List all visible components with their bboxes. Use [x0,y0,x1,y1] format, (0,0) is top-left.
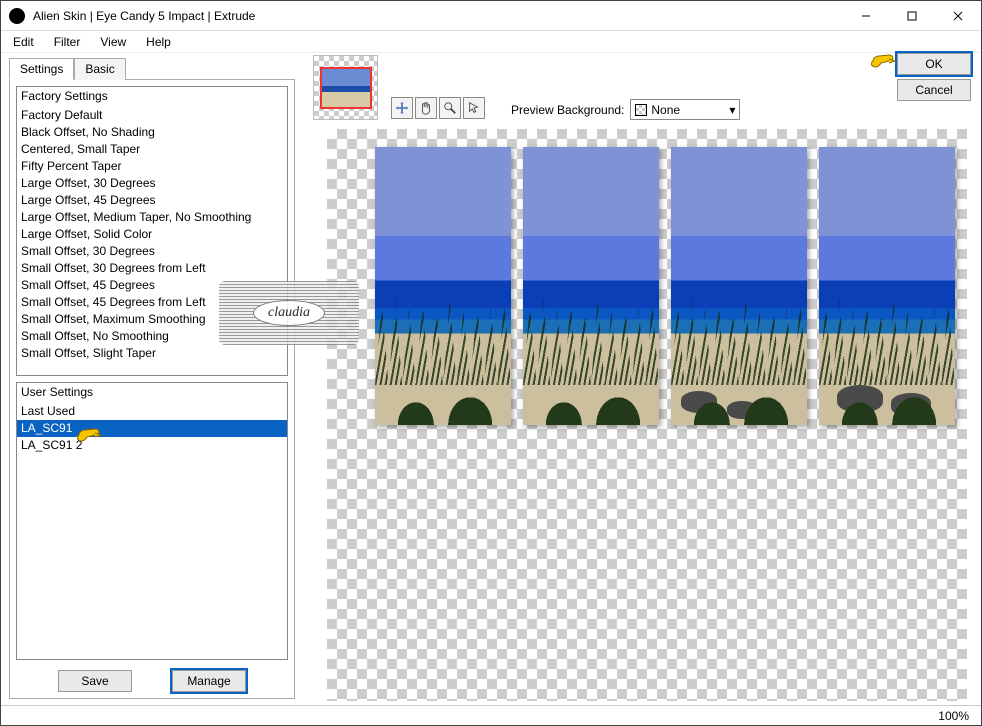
preview-background-value: None [651,103,680,117]
preview-thumbnail-tray [313,55,378,120]
menu-edit[interactable]: Edit [5,33,42,51]
cancel-button[interactable]: Cancel [897,79,971,101]
app-icon [9,8,25,24]
factory-item[interactable]: Centered, Small Taper [17,141,287,158]
user-settings-header: User Settings [17,383,287,403]
ok-button[interactable]: OK [897,53,971,75]
pointer-cursor-overlay [871,51,897,71]
preview-panel-4 [819,147,955,425]
preview-panel-3 [671,147,807,425]
preview-canvas[interactable] [327,129,967,701]
preview-panel-2 [523,147,659,425]
transparency-swatch-icon [635,104,647,116]
factory-item[interactable]: Large Offset, Medium Taper, No Smoothing [17,209,287,226]
user-item[interactable]: LA_SC91 2 [17,437,287,454]
preview-thumbnail[interactable] [320,67,372,109]
titlebar: Alien Skin | Eye Candy 5 Impact | Extrud… [1,1,981,31]
menubar: Edit Filter View Help [1,31,981,53]
factory-settings-header: Factory Settings [17,87,287,107]
watermark: claudia [219,281,359,345]
close-button[interactable] [935,1,981,30]
factory-item[interactable]: Small Offset, 30 Degrees from Left [17,260,287,277]
factory-item[interactable]: Black Offset, No Shading [17,124,287,141]
user-item[interactable]: Last Used [17,403,287,420]
zoom-level: 100% [938,709,969,723]
factory-item[interactable]: Fifty Percent Taper [17,158,287,175]
minimize-button[interactable] [843,1,889,30]
watermark-text: claudia [253,300,325,326]
tab-settings[interactable]: Settings [9,58,74,80]
menu-filter[interactable]: Filter [46,33,89,51]
factory-item[interactable]: Factory Default [17,107,287,124]
tabs: Settings Basic [9,57,295,80]
factory-item[interactable]: Large Offset, Solid Color [17,226,287,243]
manage-button[interactable]: Manage [172,670,246,692]
preview-background-label: Preview Background: [511,103,624,117]
maximize-button[interactable] [889,1,935,30]
factory-item[interactable]: Small Offset, Slight Taper [17,345,287,362]
pointer-tool-icon[interactable] [463,97,485,119]
menu-view[interactable]: View [92,33,134,51]
zoom-tool-icon[interactable] [439,97,461,119]
factory-item[interactable]: Large Offset, 45 Degrees [17,192,287,209]
move-tool-icon[interactable] [391,97,413,119]
tab-basic[interactable]: Basic [74,58,125,80]
save-button[interactable]: Save [58,670,132,692]
window-title: Alien Skin | Eye Candy 5 Impact | Extrud… [33,9,843,23]
hand-tool-icon[interactable] [415,97,437,119]
user-settings-list[interactable]: User Settings Last UsedLA_SC91LA_SC91 2 [16,382,288,660]
chevron-down-icon: ▾ [729,103,735,117]
preview-background-select[interactable]: None ▾ [630,99,740,120]
user-item[interactable]: LA_SC91 [17,420,287,437]
preview-panel-1 [375,147,511,425]
factory-item[interactable]: Small Offset, 30 Degrees [17,243,287,260]
preview-toolbar [391,97,485,119]
statusbar: 100% [1,705,981,725]
menu-help[interactable]: Help [138,33,179,51]
factory-item[interactable]: Large Offset, 30 Degrees [17,175,287,192]
